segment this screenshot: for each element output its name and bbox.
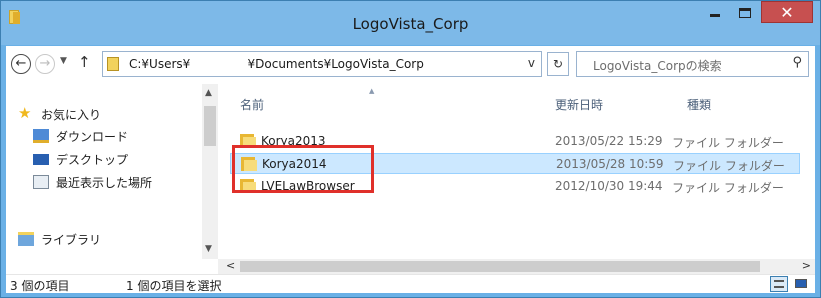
maximize-button[interactable] — [731, 1, 759, 25]
back-button[interactable]: ← — [11, 54, 31, 74]
refresh-button[interactable]: ↻ — [547, 52, 569, 76]
close-button[interactable]: ✕ — [761, 1, 813, 23]
navigation-pane: ★ お気に入り ダウンロード デスクトップ 最近表示した場所 ライブラリ ▲ ▼ — [6, 84, 218, 274]
sidebar-item-label: デスクトップ — [56, 153, 129, 167]
horizontal-scrollbar[interactable]: < > — [218, 259, 815, 274]
downloads-icon — [33, 129, 49, 143]
selected-count: 1 個の項目を選択 — [126, 279, 222, 293]
folder-icon — [107, 57, 119, 71]
sidebar-item-libraries[interactable]: ライブラリ — [18, 230, 138, 250]
file-list: 名前 ▲ 更新日時 種類 Korya2013 2013/05/22 15:29 … — [218, 84, 815, 274]
sidebar-item-label: お気に入り — [41, 108, 102, 122]
column-header-label: 種類 — [687, 98, 712, 112]
scrollbar-thumb[interactable] — [204, 106, 216, 146]
scroll-down-arrow-icon[interactable]: ▼ — [205, 244, 212, 254]
search-input[interactable]: LogoVista_Corpの検索 ⚲ — [576, 51, 809, 77]
file-type: ファイル フォルダー — [673, 159, 785, 173]
column-header-date[interactable]: 更新日時 — [555, 96, 603, 113]
file-type: ファイル フォルダー — [672, 181, 784, 195]
details-view-icon — [774, 280, 784, 288]
sidebar-item-downloads[interactable]: ダウンロード — [33, 127, 153, 147]
column-header-name[interactable]: 名前 — [240, 96, 264, 113]
star-icon: ★ — [18, 104, 32, 122]
content-area: ★ お気に入り ダウンロード デスクトップ 最近表示した場所 ライブラリ ▲ ▼… — [6, 84, 815, 274]
sidebar-item-label: ライブラリ — [41, 233, 102, 247]
address-dropdown-button[interactable]: v — [528, 56, 535, 70]
forward-button[interactable]: → — [35, 54, 55, 74]
recent-locations-dropdown[interactable]: ▼ — [60, 56, 67, 66]
title-bar: LogoVista_Corp ✕ — [1, 1, 820, 45]
column-header-label: 名前 — [240, 98, 265, 112]
minimize-button[interactable] — [701, 1, 729, 25]
sidebar-item-favorites[interactable]: ★ お気に入り — [18, 104, 138, 125]
sidebar-item-recent-places[interactable]: 最近表示した場所 — [33, 173, 198, 193]
file-date: 2012/10/30 19:44 — [555, 179, 663, 193]
search-placeholder: LogoVista_Corpの検索 — [593, 59, 722, 73]
maximize-icon — [739, 8, 751, 18]
close-icon: ✕ — [780, 3, 794, 22]
navigation-pane-scrollbar[interactable]: ▲ ▼ — [202, 84, 218, 259]
item-count: 3 個の項目 — [10, 279, 70, 293]
column-header-type[interactable]: 種類 — [687, 96, 711, 113]
file-date: 2013/05/28 10:59 — [556, 157, 664, 171]
details-view-button[interactable] — [770, 276, 788, 292]
search-icon[interactable]: ⚲ — [792, 55, 802, 70]
scrollbar-thumb[interactable] — [240, 261, 760, 272]
large-icons-view-icon — [795, 279, 807, 288]
large-icons-view-button[interactable] — [792, 276, 810, 292]
sidebar-item-label: 最近表示した場所 — [56, 176, 153, 190]
libraries-icon — [18, 232, 34, 246]
desktop-icon — [33, 154, 49, 165]
window-title: LogoVista_Corp — [352, 15, 469, 33]
column-header-label: 更新日時 — [555, 98, 604, 112]
scroll-up-arrow-icon[interactable]: ▲ — [205, 88, 212, 98]
scroll-left-arrow-icon[interactable]: < — [226, 259, 235, 272]
address-bar[interactable]: C:¥Users¥ ¥Documents¥LogoVista_Corp v — [102, 51, 542, 77]
annotation-highlight-box — [232, 145, 374, 193]
recent-places-icon — [33, 175, 49, 189]
file-type: ファイル フォルダー — [672, 136, 784, 150]
status-bar: 3 個の項目 1 個の項目を選択 — [6, 274, 815, 293]
sort-ascending-icon: ▲ — [369, 87, 375, 95]
explorer-window: LogoVista_Corp ✕ ← → ▼ ↑ C:¥Users¥ ¥Docu… — [0, 0, 821, 298]
up-button[interactable]: ↑ — [78, 53, 91, 71]
minimize-icon — [710, 14, 720, 17]
sidebar-item-label: ダウンロード — [56, 130, 129, 144]
navigation-bar: ← → ▼ ↑ C:¥Users¥ ¥Documents¥LogoVista_C… — [6, 46, 815, 84]
scroll-right-arrow-icon[interactable]: > — [802, 259, 811, 272]
address-path: C:¥Users¥ ¥Documents¥LogoVista_Corp — [129, 57, 424, 71]
sidebar-item-desktop[interactable]: デスクトップ — [33, 150, 153, 170]
file-date: 2013/05/22 15:29 — [555, 134, 663, 148]
